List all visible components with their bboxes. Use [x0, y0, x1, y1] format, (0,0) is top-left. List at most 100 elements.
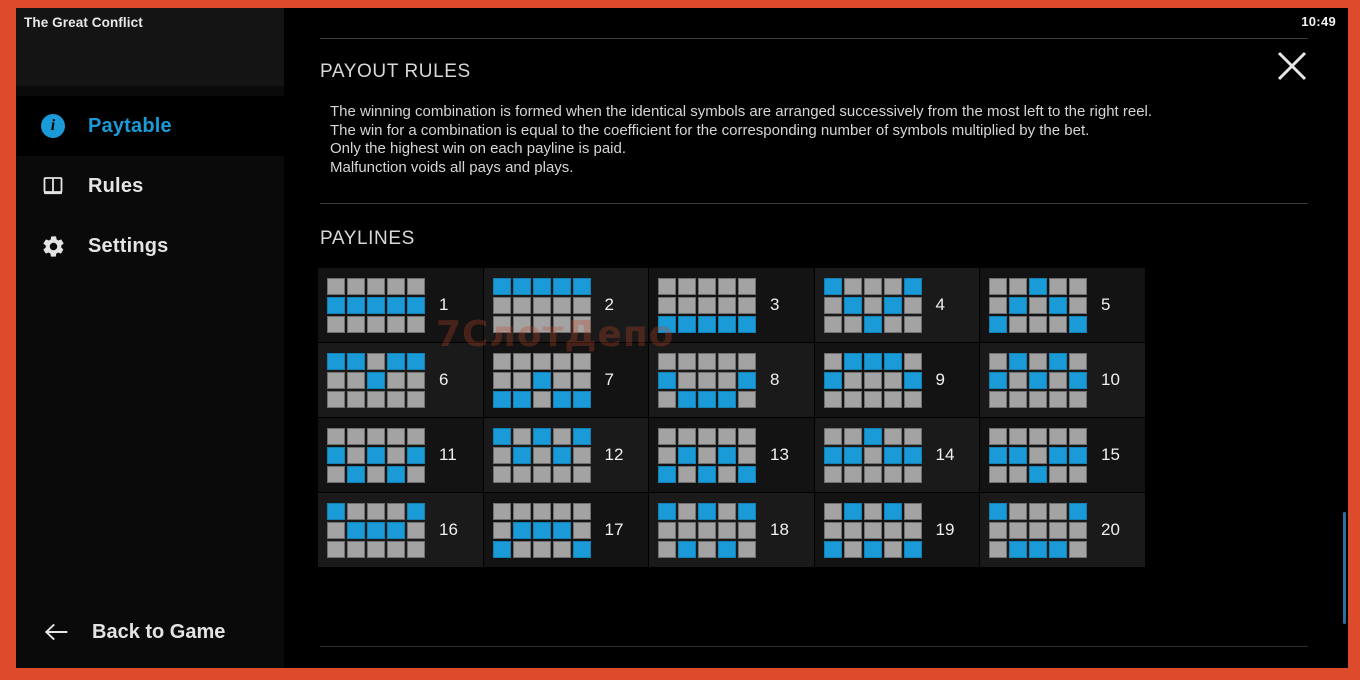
payline-box: [1049, 277, 1067, 295]
payline-cell: 9: [814, 343, 980, 418]
payline-box: [532, 352, 551, 370]
payline-number: 13: [770, 445, 789, 464]
payline-diagram: [989, 277, 1087, 333]
payline-box: [367, 446, 385, 464]
payline-number: 20: [1101, 520, 1120, 539]
payline-cell: 20: [980, 493, 1146, 568]
payline-box: [678, 502, 696, 520]
payline-box: [327, 371, 345, 389]
payline-box: [903, 502, 922, 520]
payline-box: [532, 277, 551, 295]
payline-box: [698, 390, 716, 408]
book-icon: [40, 173, 66, 199]
payline-box: [532, 371, 551, 389]
payline-box: [658, 371, 676, 389]
payline-box: [738, 277, 756, 295]
payline-box: [492, 427, 511, 445]
payline-number: 9: [935, 370, 945, 389]
sidebar-item-paytable[interactable]: i Paytable: [16, 96, 284, 156]
payline-box: [843, 315, 862, 333]
payline-box: [1029, 446, 1047, 464]
payline-box: [989, 540, 1007, 558]
payline-box: [658, 446, 676, 464]
payline-box: [678, 427, 696, 445]
payline-diagram: [823, 277, 922, 333]
back-to-game-button[interactable]: Back to Game: [16, 596, 284, 668]
divider-bottom: [320, 646, 1308, 647]
payline-box: [572, 427, 591, 445]
payline-box: [863, 521, 882, 539]
sidebar-item-settings[interactable]: Settings: [16, 216, 284, 276]
payline-box: [823, 446, 842, 464]
payline-box: [863, 352, 882, 370]
payline-box: [1049, 502, 1067, 520]
payline-box: [883, 540, 902, 558]
payline-box: [738, 296, 756, 314]
payline-box: [512, 352, 531, 370]
info-icon: i: [40, 113, 66, 139]
close-icon[interactable]: [1274, 48, 1310, 84]
payline-box: [698, 427, 716, 445]
payline-box: [572, 296, 591, 314]
payline-number: 17: [604, 520, 624, 539]
payline-box: [552, 277, 571, 295]
payline-box: [883, 502, 902, 520]
payline-box: [367, 390, 385, 408]
payline-box: [492, 296, 511, 314]
payline-box: [1009, 446, 1027, 464]
payline-box: [327, 277, 345, 295]
payline-box: [883, 390, 902, 408]
payline-box: [1029, 465, 1047, 483]
payline-box: [883, 427, 902, 445]
payline-cell: 8: [649, 343, 815, 418]
payline-box: [698, 315, 716, 333]
payline-box: [492, 446, 511, 464]
payline-number: 4: [935, 295, 945, 314]
payline-box: [738, 521, 756, 539]
payline-box: [658, 315, 676, 333]
payline-box: [1069, 465, 1087, 483]
payline-box: [843, 427, 862, 445]
sidebar-item-rules[interactable]: Rules: [16, 156, 284, 216]
payline-number: 16: [439, 520, 458, 539]
payline-box: [407, 502, 425, 520]
payline-cell: 10: [980, 343, 1146, 418]
payline-box: [863, 427, 882, 445]
payline-box: [367, 315, 385, 333]
payline-box: [678, 540, 696, 558]
payline-box: [492, 502, 511, 520]
payline-box: [718, 277, 736, 295]
payline-box: [678, 371, 696, 389]
payline-box: [698, 371, 716, 389]
payline-box: [387, 465, 405, 483]
payline-box: [1009, 371, 1027, 389]
payline-box: [903, 465, 922, 483]
payline-box: [989, 427, 1007, 445]
payline-diagram: [492, 352, 591, 408]
payline-box: [387, 521, 405, 539]
payline-box: [407, 277, 425, 295]
payline-box: [367, 277, 385, 295]
payline-box: [327, 390, 345, 408]
payline-box: [823, 315, 842, 333]
payline-box: [863, 296, 882, 314]
payline-box: [367, 296, 385, 314]
payline-box: [1069, 352, 1087, 370]
payline-number: 6: [439, 370, 449, 389]
payline-box: [1069, 315, 1087, 333]
payline-cell: 11: [318, 418, 484, 493]
payline-box: [698, 446, 716, 464]
payline-box: [843, 296, 862, 314]
payline-box: [738, 540, 756, 558]
payline-box: [883, 352, 902, 370]
payline-box: [989, 371, 1007, 389]
scrollbar-thumb[interactable]: [1343, 512, 1346, 624]
payline-box: [552, 352, 571, 370]
payline-box: [738, 390, 756, 408]
payline-box: [512, 371, 531, 389]
payout-rule-line-2: The win for a combination is equal to th…: [330, 121, 1090, 139]
paylines-grid: 1 2 3 4 5 6 7 8 9 10 11 12 13 14 15 16 17 18 19 20: [318, 268, 1280, 568]
payline-box: [1069, 277, 1087, 295]
payline-box: [1049, 465, 1067, 483]
scrollbar[interactable]: [1343, 42, 1347, 664]
